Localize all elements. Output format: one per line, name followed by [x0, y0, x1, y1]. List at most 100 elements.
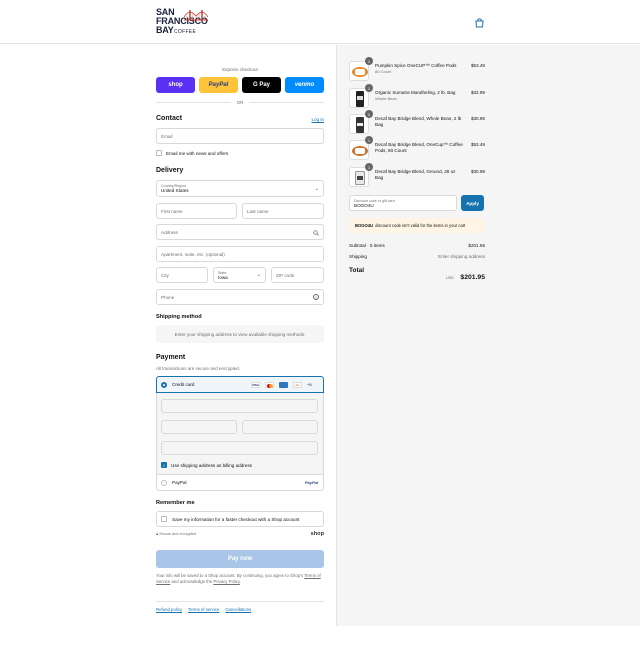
card-name-field[interactable]	[161, 441, 318, 455]
bridge-icon	[184, 10, 208, 21]
address-field[interactable]: Address	[156, 224, 324, 240]
newsletter-checkbox[interactable]	[156, 150, 162, 156]
privacy-policy-link[interactable]: Privacy Policy	[213, 579, 239, 584]
discount-value: BOGO4U	[354, 202, 374, 208]
item-title: Organic Sumatra Mandheling, 2 lb. Bag	[375, 90, 456, 95]
cancellations-link[interactable]: Cancellations	[225, 607, 251, 612]
pay-now-button[interactable]: Pay now	[156, 550, 324, 568]
billing-checkbox[interactable]: ✓	[161, 462, 167, 468]
terms-of-service-link[interactable]: Terms of service	[188, 607, 219, 612]
quantity-badge: 1	[365, 163, 373, 171]
shop-pay-button[interactable]: shop	[156, 77, 195, 93]
item-title: Pumpkin Spice OneCUP™ Coffee Pods	[375, 63, 457, 68]
cart-item: 1 Organic Sumatra Mandheling, 2 lb. Bag W…	[349, 84, 485, 108]
contact-title: Contact	[156, 115, 183, 122]
card-cvv-field[interactable]	[242, 420, 318, 434]
address-placeholder: Address	[161, 229, 178, 235]
item-variant: 80 Count	[375, 69, 392, 74]
state-value: Iowa	[218, 274, 228, 280]
brand-line-4: COFFEE	[174, 29, 197, 35]
payment-title: Payment	[156, 354, 186, 361]
discount-field[interactable]: Discount code or gift card BOGO4U	[349, 195, 457, 211]
quantity-badge: 1	[365, 84, 373, 92]
remember-option[interactable]: Save my information for a faster checkou…	[156, 511, 324, 527]
country-select[interactable]: Country/Region United States ⌄	[156, 180, 324, 197]
bag-icon[interactable]	[474, 17, 485, 28]
delivery-title: Delivery	[156, 167, 184, 174]
city-field[interactable]: City	[156, 267, 208, 283]
city-placeholder: City	[161, 272, 169, 278]
brand-logo[interactable]: SAN FRANCISCO BAY COFFEE	[156, 8, 212, 40]
remember-label: Save my information for a faster checkou…	[172, 516, 300, 522]
discover-icon: disc	[293, 382, 302, 388]
item-price: $53.49	[470, 63, 485, 68]
first-name-field[interactable]: First name	[156, 203, 237, 219]
phone-placeholder: Phone	[161, 294, 175, 300]
pay-now-label: Pay now	[227, 556, 253, 562]
google-pay-label: G Pay	[252, 82, 270, 88]
item-name: Decaf Bay Bridge Blend, Whole Bean, 2 lb…	[375, 116, 463, 128]
login-link[interactable]: Log in	[306, 117, 324, 122]
apartment-placeholder: Apartment, suite, etc. (optional)	[161, 251, 225, 257]
payment-subtitle: All transactions are secure and encrypte…	[156, 366, 241, 371]
divider-left	[156, 102, 231, 103]
secure-label: Secure and encrypted	[159, 532, 197, 536]
card-expiry-field[interactable]	[161, 420, 237, 434]
cart-item: 1 Pumpkin Spice OneCUP™ Coffee Pods 80 Co…	[349, 57, 485, 81]
paypal-button[interactable]: PayPal	[199, 77, 238, 93]
shipping-message-box: Enter your shipping address to view avai…	[156, 325, 324, 343]
google-pay-button[interactable]: G Pay	[242, 77, 281, 93]
chevron-down-icon: ⌄	[256, 272, 261, 278]
credit-card-radio[interactable]	[161, 381, 167, 388]
shop-pay-label: shop	[168, 82, 183, 88]
paypal-label: PayPal	[208, 82, 229, 88]
apply-button[interactable]: Apply	[461, 195, 484, 211]
remember-checkbox[interactable]	[161, 516, 167, 522]
visa-icon: VISA	[251, 382, 260, 388]
cart-item: 1 Decaf Bay Bridge Blend, Ground, 28 oz …	[349, 163, 485, 187]
item-name: Decaf Bay Bridge Blend, Ground, 28 oz Ba…	[375, 169, 463, 181]
apartment-field[interactable]: Apartment, suite, etc. (optional)	[156, 246, 324, 262]
total-value: $201.95	[460, 274, 485, 281]
legal-part-1: Your info will be saved to a Shop accoun…	[156, 573, 304, 578]
credit-card-option[interactable]: Credit card VISA disc +5	[156, 376, 324, 393]
subtotal-value: $201.95	[468, 243, 485, 248]
newsletter-checkbox-row[interactable]: Email me with news and offers	[156, 149, 324, 157]
shop-logo: shop	[310, 531, 324, 537]
secure-row: 🔒︎ Secure and encrypted	[156, 532, 196, 536]
subtotal-label: Subtotal · 5 items	[349, 243, 385, 248]
country-value: United States	[161, 188, 189, 193]
apply-label: Apply	[466, 200, 479, 206]
venmo-label: venmo	[294, 82, 315, 88]
currency-code: USD	[445, 276, 454, 280]
help-icon[interactable]: ?	[313, 294, 319, 300]
email-placeholder: Email	[161, 133, 173, 139]
venmo-button[interactable]: venmo	[285, 77, 324, 93]
paypal-option[interactable]: PayPal PayPal	[156, 474, 324, 491]
email-field[interactable]: Email	[156, 128, 324, 144]
total-row-value: USD $201.95	[405, 266, 485, 284]
discount-error: BOGO4U discount code isn't valid for the…	[349, 218, 485, 233]
billing-checkbox-row[interactable]: ✓ Use shipping address as billing addres…	[161, 461, 318, 469]
divider-right	[249, 102, 324, 103]
card-number-field[interactable]	[161, 399, 318, 413]
zip-field[interactable]: ZIP code	[271, 267, 324, 283]
state-select[interactable]: State Iowa ⌄	[213, 267, 266, 283]
item-title: Decaf Bay Bridge Blend, Whole Bean, 2 lb…	[375, 116, 462, 127]
discount-error-text: discount code isn't valid for the items …	[375, 223, 466, 228]
item-price: $30.99	[470, 116, 485, 121]
shipping-label: Shipping	[349, 254, 367, 259]
legal-part-2: and acknowledge the	[171, 579, 213, 585]
newsletter-label: Email me with news and offers	[166, 150, 229, 156]
item-name: Decaf Bay Bridge Blend, OneCup™ Coffee P…	[375, 142, 463, 154]
search-icon	[313, 230, 319, 236]
total-label: Total	[349, 267, 365, 274]
quantity-badge: 1	[365, 57, 373, 65]
phone-field[interactable]: Phone ?	[156, 289, 324, 305]
last-name-field[interactable]: Last name	[242, 203, 324, 219]
paypal-radio[interactable]	[161, 479, 167, 486]
brand-line-3: BAY	[156, 25, 174, 35]
item-name: Pumpkin Spice OneCUP™ Coffee Pods 80 Coun…	[375, 63, 463, 75]
refund-policy-link[interactable]: Refund policy	[156, 607, 182, 612]
lock-icon: 🔒︎	[156, 532, 159, 536]
